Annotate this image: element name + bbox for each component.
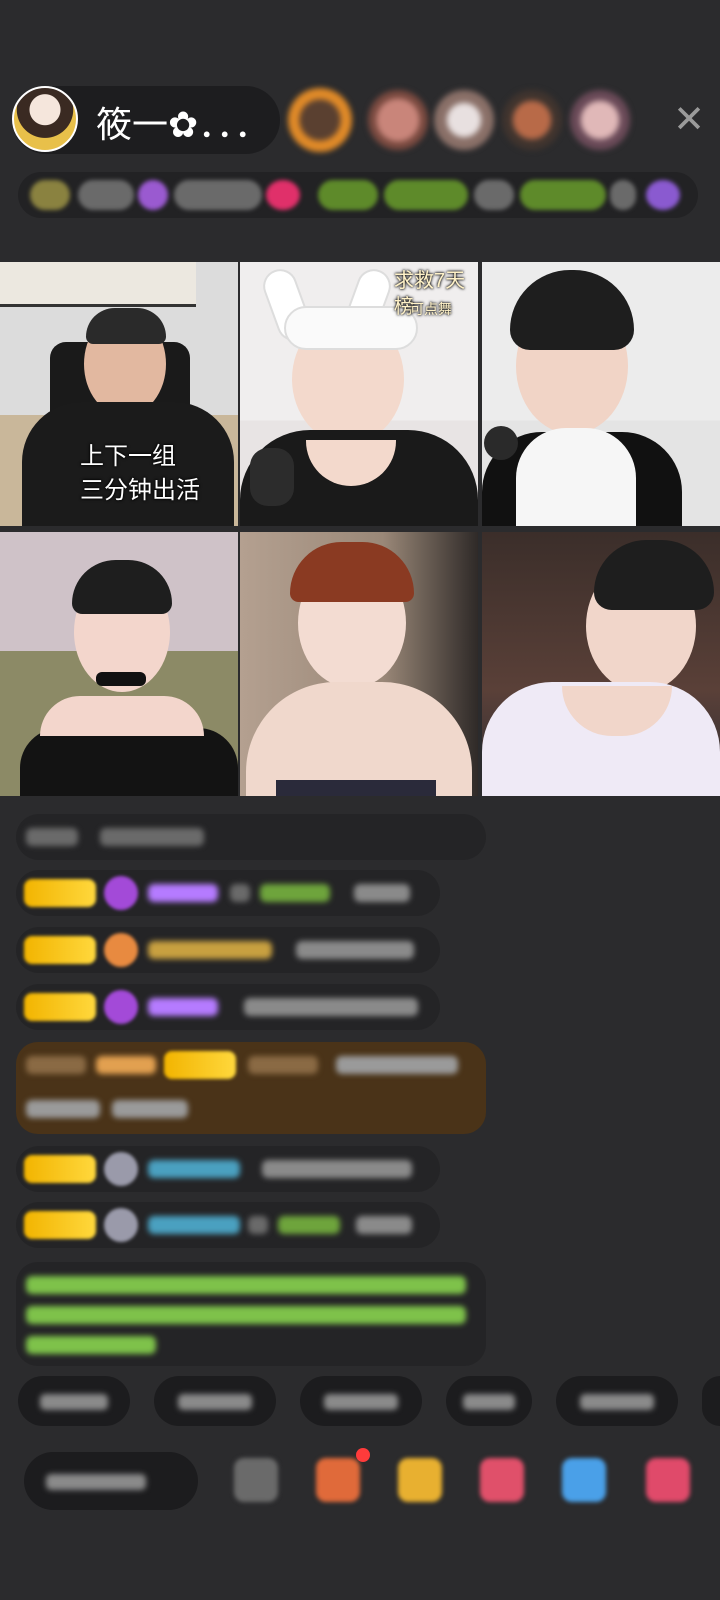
system-notice [16,1262,486,1366]
chat-icon[interactable] [234,1458,278,1502]
chat-message [16,1202,440,1248]
video-tile[interactable] [482,262,720,526]
room-info-bar[interactable] [18,172,698,218]
notification-dot [356,1448,370,1462]
viewer-avatar[interactable] [368,90,428,150]
game-icon[interactable] [562,1458,606,1502]
chat-message [16,984,440,1030]
viewer-avatar[interactable] [570,90,630,150]
host-name[interactable]: 筱一✿．．． [96,96,270,148]
chat-message [16,870,440,916]
viewer-avatar[interactable] [434,90,494,150]
quick-reply-chip[interactable] [556,1376,678,1426]
more-icon[interactable] [646,1458,690,1502]
overlay-text: 三分钟出活 [80,477,200,504]
video-tile[interactable] [482,532,720,796]
chat-input[interactable] [24,1452,198,1510]
gift-icon[interactable] [398,1458,442,1502]
chat-message [16,927,440,973]
quick-reply-chip[interactable] [154,1376,276,1426]
viewer-avatar[interactable] [288,88,352,152]
quick-reply-chip[interactable] [18,1376,130,1426]
video-tile[interactable]: 上下一组 三分钟出活 [0,262,238,526]
quick-reply-chip[interactable] [300,1376,422,1426]
quick-reply-chip[interactable] [446,1376,532,1426]
video-tile[interactable]: 求救7天榜 可点舞 [240,262,478,526]
video-tile[interactable] [0,532,238,796]
close-icon[interactable]: ✕ [668,98,710,140]
host-avatar[interactable] [12,86,78,152]
overlay-text: 上下一组 [80,443,176,470]
viewer-avatar[interactable] [502,90,562,150]
red-packet-icon[interactable] [316,1458,360,1502]
quick-reply-chip[interactable] [702,1376,720,1426]
chat-message [16,1146,440,1192]
chat-message [16,814,486,860]
video-tile[interactable] [240,532,478,796]
heart-icon[interactable] [480,1458,524,1502]
overlay-subtitle: 可点舞 [410,301,452,317]
chat-highlight-message [16,1042,486,1134]
